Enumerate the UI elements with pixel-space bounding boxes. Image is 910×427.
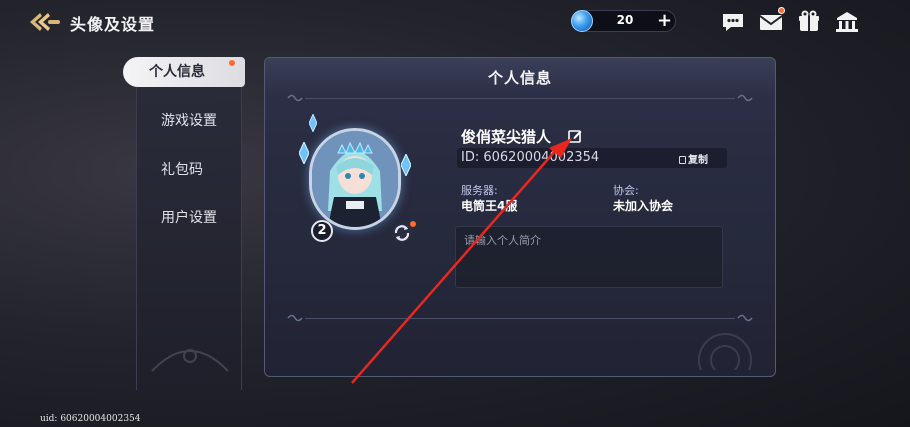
mail-notification-dot [778,7,785,14]
currency-value: 20 [616,13,634,27]
copy-label: 复制 [688,155,708,166]
plus-icon[interactable]: + [657,11,672,31]
gem-icon [571,10,593,32]
level-badge: 2 [311,220,333,242]
panel-header: 个人信息 [265,58,775,96]
player-id-row: ID: 60620004002354 复制 [457,148,727,168]
divider-bottom [305,318,735,319]
ornament-decoration [287,94,303,102]
guild-label: 协会: [613,184,639,197]
page-title: 头像及设置 [70,15,156,34]
sidebar-item-gift-code[interactable]: 礼包码 [137,155,243,185]
copy-icon [679,156,686,164]
mail-button[interactable] [758,7,785,35]
ornament-decoration [698,333,752,370]
back-arrow-icon[interactable] [26,9,62,35]
sidebar-item-label: 游戏设置 [161,113,217,129]
ornament-decoration [287,314,303,322]
panel-title: 个人信息 [487,69,552,87]
edit-icon[interactable] [568,129,582,143]
player-id: ID: 60620004002354 [461,150,600,165]
notification-dot [229,60,235,66]
sidebar-item-label: 个人信息 [149,64,205,80]
guild-value: 未加入协会 [613,199,674,213]
bio-input[interactable] [456,227,724,289]
server-value: 电筒王4服 [461,199,518,213]
player-nickname: 俊俏菜尖猎人 [461,128,552,146]
sidebar-item-user-settings[interactable]: 用户设置 [137,203,243,233]
avatar[interactable] [309,128,401,230]
uid-label: uid: 60620004002354 [40,414,141,424]
character-portrait [312,131,398,227]
sidebar-item-game-settings[interactable]: 游戏设置 [137,106,243,136]
crystal-decoration [401,154,411,176]
bio-box [455,226,724,289]
chat-icon[interactable] [720,9,746,35]
crystal-decoration [299,142,309,164]
ornament-decoration [151,349,229,372]
copy-button[interactable]: 复制 [679,151,708,166]
gift-icon[interactable] [796,9,822,35]
notification-dot [410,221,416,227]
sidebar: 个人信息 游戏设置 礼包码 用户设置 [123,57,245,390]
ornament-decoration [737,94,753,102]
currency-display: 20 + [571,10,676,32]
sidebar-item-profile[interactable]: 个人信息 [123,57,245,87]
top-bar: 头像及设置 20 + [0,0,910,44]
profile-panel: 个人信息 2 俊俏菜尖猎人 ID: 60620004002354 复制 服务器:… [264,57,776,377]
server-label: 服务器: [461,184,498,197]
bank-icon[interactable] [834,9,860,35]
sidebar-item-label: 用户设置 [161,210,217,226]
divider-top [305,98,735,99]
sidebar-item-label: 礼包码 [161,162,203,178]
crystal-decoration [309,114,317,132]
